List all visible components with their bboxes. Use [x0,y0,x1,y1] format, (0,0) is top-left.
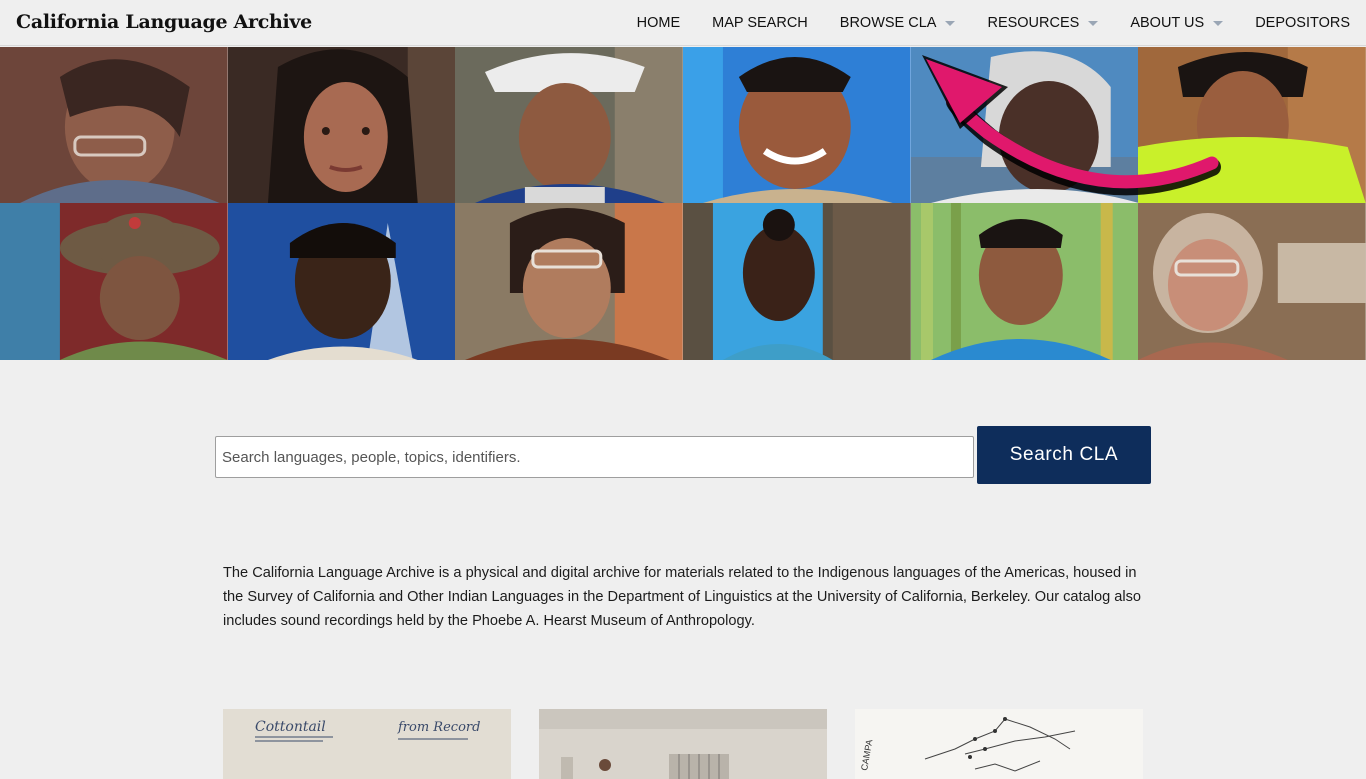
handwriting-text: Cottontail [255,719,326,735]
portrait-photo [0,47,228,203]
portrait-photo [910,203,1139,360]
chevron-down-icon [1088,21,1099,26]
portrait-photo [683,203,911,360]
archive-description: The California Language Archive is a phy… [223,565,1142,629]
search-cla-button[interactable]: Search CLA [977,426,1151,484]
portrait-photo [910,47,1139,203]
main-nav: HOME MAP SEARCH BROWSE CLA RESOURCES ABO… [637,0,1350,46]
portrait-photo [227,203,456,360]
handwriting-text: from Record [397,720,480,735]
site-title[interactable]: California Language Archive [16,11,312,33]
nav-map-search-label: MAP SEARCH [712,15,808,31]
nav-browse-cla-label: BROWSE CLA [839,15,937,31]
portrait-photo [683,47,911,203]
feature-card-classroom[interactable] [539,709,827,779]
nav-about-us[interactable]: ABOUT US [1130,15,1224,31]
portrait-photo [0,203,228,360]
nav-home-label: HOME [636,15,681,31]
nav-map-search[interactable]: MAP SEARCH [712,15,808,31]
nav-home[interactable]: HOME [637,15,681,31]
nav-resources-label: RESOURCES [987,15,1080,31]
portrait-photo [455,47,683,203]
portrait-mosaic [0,47,1366,360]
top-navigation-bar: California Language Archive HOME MAP SEA… [0,0,1366,46]
chevron-down-icon [1213,21,1224,26]
nav-resources[interactable]: RESOURCES [987,15,1099,31]
portrait-photo [227,47,456,203]
feature-card-manuscript[interactable]: Cottontail from Record [223,709,511,779]
nav-about-us-label: ABOUT US [1130,15,1205,31]
search-input[interactable] [215,436,974,478]
nav-depositors-label: DEPOSITORS [1255,15,1350,31]
portrait-photo [455,203,683,360]
feature-card-map[interactable]: CAMPA [855,709,1143,779]
nav-browse-cla[interactable]: BROWSE CLA [840,15,956,31]
portrait-photo [1138,203,1366,360]
nav-depositors[interactable]: DEPOSITORS [1255,15,1350,31]
chevron-down-icon [945,21,956,26]
portrait-photo [1138,47,1366,203]
